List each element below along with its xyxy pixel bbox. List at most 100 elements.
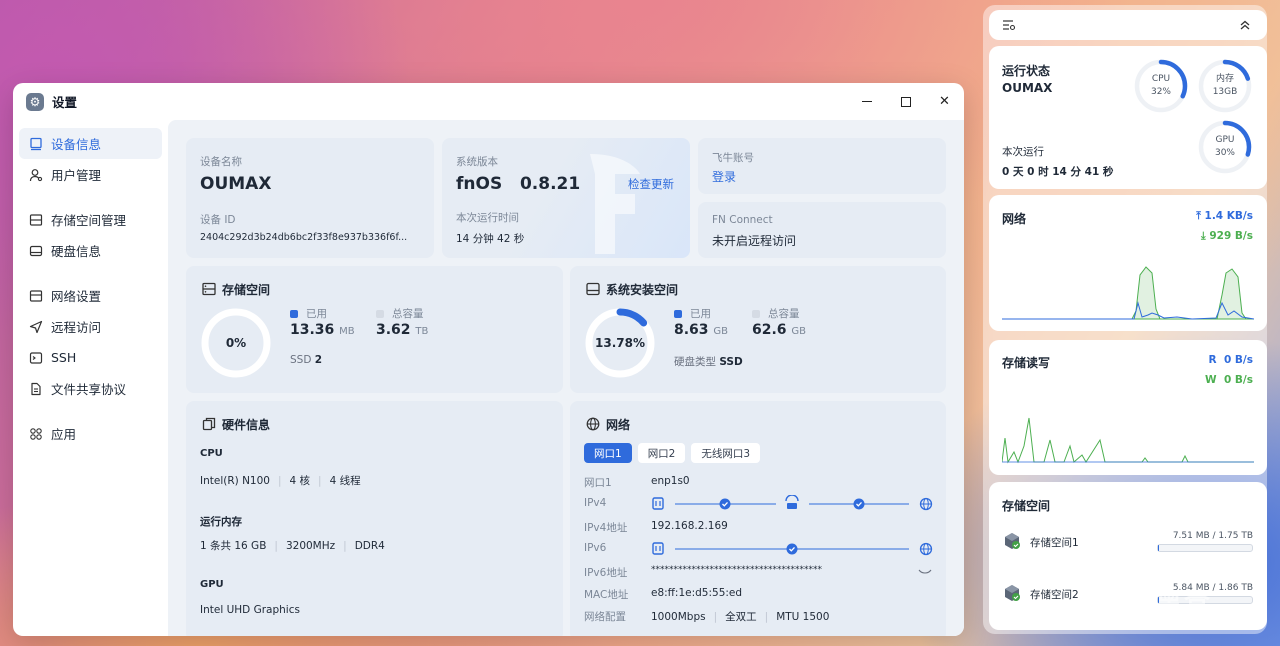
maximize-button[interactable] bbox=[886, 83, 925, 120]
pool-1-name: 存储空间1 bbox=[1030, 537, 1079, 549]
storage-io-chart bbox=[1002, 417, 1254, 464]
window-controls: ✕ bbox=[847, 83, 964, 120]
login-link[interactable]: 登录 bbox=[712, 168, 736, 185]
upload-rate-value: 1.4 KB/s bbox=[1204, 210, 1253, 222]
storage-pools-title: 存储空间 bbox=[1002, 499, 1051, 513]
gpu-gauge-value: 30% bbox=[1214, 148, 1235, 158]
minimize-button[interactable] bbox=[847, 83, 886, 120]
sidebar-item-remote[interactable]: 远程访问 bbox=[19, 311, 162, 342]
system-used-unit: GB bbox=[713, 326, 729, 337]
device-id-label: 设备 ID bbox=[200, 214, 236, 226]
total-swatch bbox=[376, 310, 384, 318]
interface-name: enp1s0 bbox=[651, 475, 690, 487]
storage-io-title: 存储读写 bbox=[1002, 356, 1051, 370]
row-label: MAC地址 bbox=[584, 589, 629, 601]
title-bar: ⚙ 设置 ✕ bbox=[13, 83, 964, 120]
connected-check-icon bbox=[786, 543, 798, 555]
sidebar-item-ssh[interactable]: SSH bbox=[19, 342, 162, 373]
memory-info: 1 条共 16 GB | 3200MHz | DDR4 bbox=[200, 540, 385, 552]
account-label: 飞牛账号 bbox=[712, 152, 754, 164]
device-icon bbox=[652, 542, 664, 555]
watermark-logo-icon bbox=[1092, 587, 1122, 618]
row-label: 网口1 bbox=[584, 477, 612, 489]
system-total-value: 62.6 bbox=[752, 322, 787, 338]
system-space-card: 系统安装空间 13.78% 已用 8.63 GB 总容量 62.6 GB 硬盘类… bbox=[570, 266, 946, 393]
sidebar-item-label: 用户管理 bbox=[51, 168, 102, 183]
sidebar-item-network[interactable]: 网络设置 bbox=[19, 280, 162, 311]
network-card: 网络 网口1 网口2 无线网口3 网口1 enp1s0 IPv4 IPv4地址 … bbox=[570, 401, 946, 636]
system-total-label: 总容量 bbox=[768, 308, 800, 320]
storage-total-label: 总容量 bbox=[392, 308, 424, 320]
write-rate: W 0 B/s bbox=[1205, 374, 1253, 386]
storage-used: 13.36 MB bbox=[290, 322, 355, 338]
status-title: 运行状态 bbox=[1002, 64, 1051, 78]
device-name: OUMAX bbox=[200, 174, 272, 194]
sidebar-item-storage[interactable]: 存储空间管理 bbox=[19, 204, 162, 235]
account-card: 飞牛账号 登录 bbox=[698, 138, 946, 194]
download-rate-value: 929 B/s bbox=[1209, 230, 1253, 242]
network-widget: 网络 ⤒ 1.4 KB/s ⤓ 929 B/s bbox=[989, 195, 1267, 331]
cpu-gauge-value: 32% bbox=[1150, 87, 1171, 97]
storage-icon bbox=[28, 212, 44, 228]
device-name-card: 设备名称 OUMAX 设备 ID 2404c292d3b24db6bc2f33f… bbox=[186, 138, 434, 258]
close-icon: ✕ bbox=[939, 94, 950, 109]
memory-type: DDR4 bbox=[354, 540, 385, 552]
status-host: OUMAX bbox=[1002, 81, 1053, 95]
tab-wireless-port-3[interactable]: 无线网口3 bbox=[691, 443, 761, 463]
storage-title: 存储空间 bbox=[222, 283, 271, 297]
storage-used-value: 13.36 bbox=[290, 322, 335, 338]
sidebar-item-label: 存储空间管理 bbox=[51, 213, 127, 228]
gpu-model: Intel UHD Graphics bbox=[200, 604, 300, 616]
storage-io-widget: 存储读写 R 0 B/s W 0 B/s bbox=[989, 340, 1267, 475]
pool-2-name: 存储空间2 bbox=[1030, 589, 1079, 601]
network-config: 1000Mbps | 全双工 | MTU 1500 bbox=[651, 611, 830, 623]
row-label: IPv4地址 bbox=[584, 522, 628, 534]
memory-gauge-text: 内存 13GB bbox=[1201, 73, 1249, 99]
network-title: 网络 bbox=[606, 418, 631, 432]
widget-settings-icon[interactable] bbox=[1002, 19, 1016, 31]
disk-type-value: SSD bbox=[719, 356, 743, 368]
close-button[interactable]: ✕ bbox=[925, 83, 964, 120]
minimize-icon bbox=[861, 100, 872, 103]
copy-icon bbox=[202, 417, 216, 431]
disk-type: 硬盘类型 SSD bbox=[674, 354, 743, 369]
tab-port-1[interactable]: 网口1 bbox=[584, 443, 632, 463]
device-id: 2404c292d3b24db6bc2f33f8e937b336f6f... bbox=[200, 232, 408, 243]
storage-used-legend: 已用 bbox=[290, 306, 327, 321]
upload-arrow-icon: ⤒ bbox=[1196, 210, 1205, 222]
sidebar-item-label: 硬盘信息 bbox=[51, 244, 102, 259]
apps-icon bbox=[28, 426, 44, 442]
sidebar-item-users[interactable]: 用户管理 bbox=[19, 159, 162, 190]
tab-port-2[interactable]: 网口2 bbox=[637, 443, 686, 463]
check-update-link[interactable]: 检查更新 bbox=[628, 176, 674, 192]
memory-gauge-value: 13GB bbox=[1212, 87, 1238, 97]
sidebar-item-file-sharing[interactable]: 文件共享协议 bbox=[19, 373, 162, 404]
pool-1-usage: 7.51 MB / 1.75 TB bbox=[1172, 531, 1253, 541]
row-label: 网络配置 bbox=[584, 611, 626, 623]
eye-closed-icon[interactable] bbox=[918, 567, 932, 577]
read-rate: R 0 B/s bbox=[1208, 354, 1253, 366]
storage-pool-icon bbox=[1005, 585, 1020, 601]
mtu: MTU 1500 bbox=[776, 611, 830, 623]
sidebar-item-apps[interactable]: 应用 bbox=[19, 418, 162, 449]
sidebar-item-label: 文件共享协议 bbox=[51, 382, 127, 397]
sidebar-item-label: SSH bbox=[51, 350, 77, 365]
widget-toolbar bbox=[989, 10, 1267, 40]
storage-icon bbox=[202, 282, 216, 296]
upload-rate: ⤒ 1.4 KB/s bbox=[1196, 210, 1253, 223]
collapse-icon[interactable] bbox=[1239, 19, 1251, 31]
sidebar-item-label: 应用 bbox=[51, 427, 77, 442]
memory-size: 1 条共 16 GB bbox=[200, 540, 267, 552]
row-label: IPv4 bbox=[584, 497, 607, 509]
download-series bbox=[1002, 266, 1254, 320]
used-swatch bbox=[674, 310, 682, 318]
user-icon bbox=[28, 167, 44, 183]
sidebar-item-disks[interactable]: 硬盘信息 bbox=[19, 235, 162, 266]
sidebar-item-device-info[interactable]: 设备信息 bbox=[19, 128, 162, 159]
ipv6-address: ************************************** bbox=[651, 565, 822, 575]
disk-icon bbox=[586, 282, 600, 296]
ssd-label: SSD bbox=[290, 354, 312, 366]
system-space-title: 系统安装空间 bbox=[606, 283, 679, 297]
version-label: 系统版本 bbox=[456, 156, 498, 168]
system-used-legend: 已用 bbox=[674, 306, 711, 321]
